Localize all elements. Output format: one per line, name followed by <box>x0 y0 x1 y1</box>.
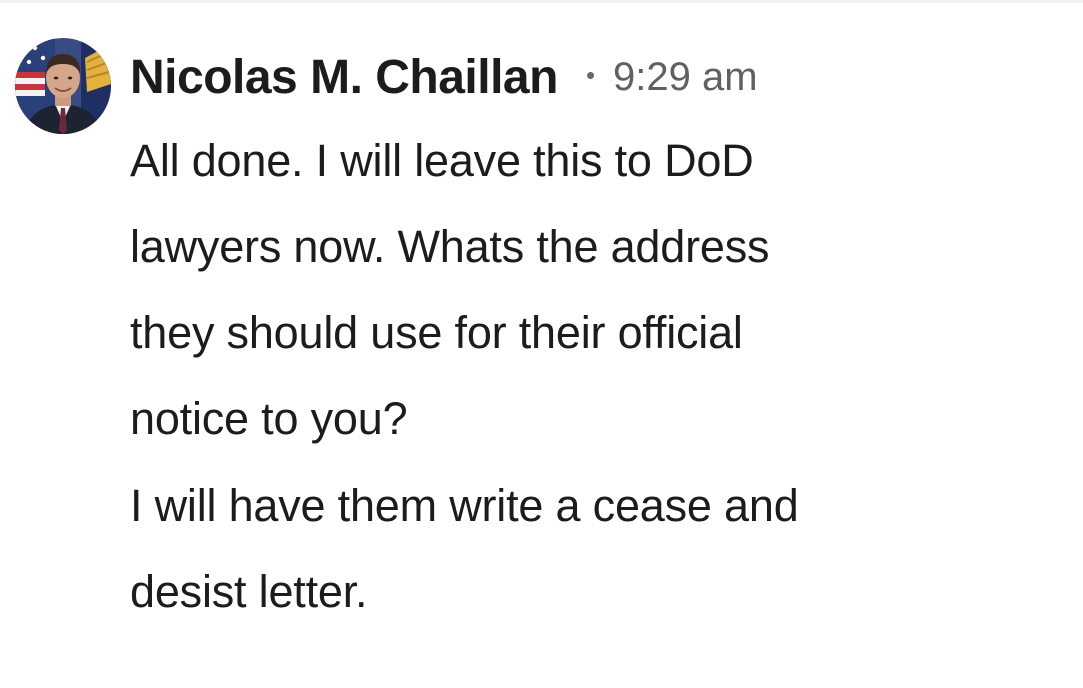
message-line: I will have them write a cease and <box>130 480 799 531</box>
message-body: All done. I will leave this to DoD lawye… <box>130 118 1050 635</box>
message-paragraph: All done. I will leave this to DoD lawye… <box>130 118 1050 462</box>
message-line: All done. I will leave this to DoD <box>130 135 754 186</box>
message-header: Nicolas M. Chaillan • 9:29 am <box>130 46 758 108</box>
message-line: notice to you? <box>130 393 408 444</box>
sender-name[interactable]: Nicolas M. Chaillan <box>130 50 558 105</box>
timestamp[interactable]: 9:29 am <box>613 55 758 100</box>
chat-message: Nicolas M. Chaillan • 9:29 am All done. … <box>0 0 1083 688</box>
message-line: lawyers now. Whats the address <box>130 221 770 272</box>
profile-photo-icon <box>15 38 111 134</box>
message-line: desist letter. <box>130 566 368 617</box>
separator-dot: • <box>585 59 596 90</box>
avatar[interactable] <box>15 38 111 134</box>
message-paragraph: I will have them write a cease and desis… <box>130 463 1050 635</box>
message-line: they should use for their official <box>130 307 743 358</box>
